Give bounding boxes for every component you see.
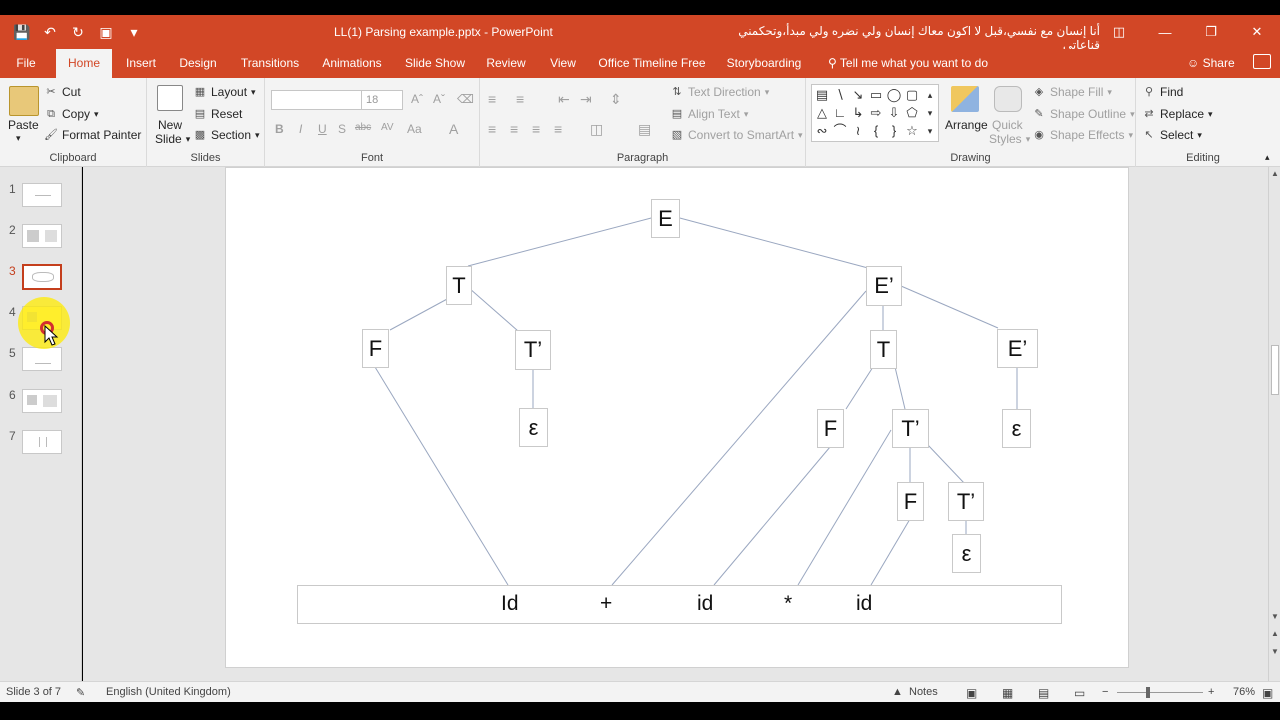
edge-t-tprime2 [894,366,906,410]
tree-node[interactable]: F [897,482,924,521]
edge-eprime-eprime [900,285,999,329]
spellcheck-icon[interactable]: ✎ [76,686,85,699]
zoom-out-icon[interactable]: − [1102,686,1108,698]
fit-to-window-icon[interactable]: ▣ [1262,686,1273,700]
input-token: id [697,592,714,615]
edge-e-t [467,216,656,267]
tree-node[interactable]: ε [1002,409,1031,448]
zoom-slider-handle[interactable] [1146,687,1150,698]
edge-t-f [389,297,450,331]
tree-node[interactable]: E’ [997,329,1038,368]
tree-node[interactable]: ε [519,408,548,447]
input-token: * [784,592,793,615]
edge-t-f2 [845,366,874,410]
reading-view-icon[interactable]: ▤ [1038,686,1049,700]
input-token: + [600,592,613,615]
edge-e-eprime [675,216,869,269]
slideshow-view-icon[interactable]: ▭ [1074,686,1085,700]
tree-node[interactable]: F [817,409,844,448]
edge-f3-id [870,518,911,586]
edge-tprime2-star [797,429,892,586]
tree-node[interactable]: T’ [892,409,929,448]
tree-node[interactable]: ε [952,534,981,573]
tree-node[interactable]: E [651,199,680,238]
scrollbar-thumb[interactable] [1271,345,1279,395]
scroll-up-icon[interactable]: ▲ [1269,169,1280,178]
vertical-scrollbar[interactable]: ▲ ▼ ▲ ▼ [1268,167,1280,681]
letterbox-bottom [0,702,1280,720]
previous-slide-icon[interactable]: ▲ [1269,629,1280,638]
language-indicator[interactable]: English (United Kingdom) [106,686,231,698]
edge-tprime2-tprime3 [926,443,966,485]
tree-node[interactable]: F [362,329,389,368]
next-slide-icon[interactable]: ▼ [1269,647,1280,656]
edge-f-id [374,366,509,586]
tree-node[interactable]: T [870,330,897,369]
notes-icon[interactable]: ▲ [892,686,903,698]
notes-button[interactable]: Notes [909,686,938,698]
status-bar: Slide 3 of 7 ✎ English (United Kingdom) … [0,681,1280,702]
edge-f2-id [713,446,831,586]
tree-node[interactable]: T [446,266,472,305]
tree-node[interactable]: E’ [866,266,902,306]
input-token: Id [501,592,519,615]
zoom-in-icon[interactable]: + [1208,686,1214,698]
input-token: id [856,592,873,615]
zoom-level[interactable]: 76% [1233,686,1255,698]
slide-counter: Slide 3 of 7 [6,686,62,698]
edge-t-tprime [468,287,519,332]
tree-node[interactable]: T’ [948,482,984,521]
scroll-down-icon[interactable]: ▼ [1269,612,1280,621]
tree-node[interactable]: T’ [515,330,551,370]
normal-view-icon[interactable]: ▣ [966,686,977,700]
mouse-pointer-icon [44,325,59,346]
input-string-box[interactable] [297,585,1062,624]
slide-sorter-icon[interactable]: ▦ [1002,686,1013,700]
zoom-slider-track[interactable] [1117,692,1203,693]
